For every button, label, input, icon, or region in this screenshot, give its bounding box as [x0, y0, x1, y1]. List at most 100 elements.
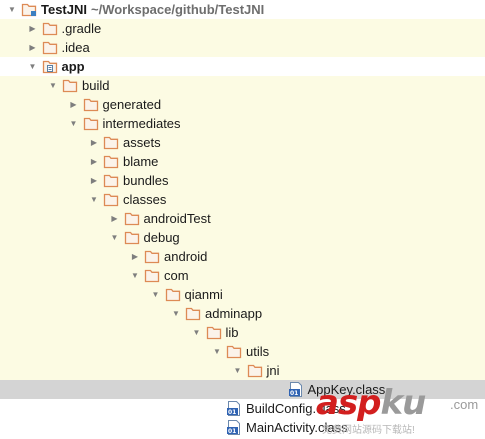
folder-icon — [103, 173, 119, 188]
watermark-wordmark: aspku — [316, 383, 427, 423]
collapse-arrow-icon[interactable]: ▶ — [109, 209, 121, 228]
tree-item-label: androidTest — [144, 209, 211, 228]
collapse-arrow-icon[interactable]: ▶ — [88, 171, 100, 190]
tree-row-utils[interactable]: ▼ utils — [0, 342, 485, 361]
tree-item-label: build — [82, 76, 109, 95]
folder-icon — [42, 40, 58, 55]
tree-item-label: assets — [123, 133, 161, 152]
tree-row-adminapp[interactable]: ▼ adminapp — [0, 304, 485, 323]
expand-arrow-icon[interactable]: ▼ — [170, 304, 182, 323]
expand-arrow-icon[interactable]: ▼ — [150, 285, 162, 304]
class-file-icon: 01 — [226, 401, 242, 416]
folder-icon — [185, 306, 201, 321]
project-folder-icon — [21, 2, 37, 17]
tree-item-name: blame — [123, 154, 159, 169]
tree-row-build[interactable]: ▼ build — [0, 76, 485, 95]
expand-arrow-icon[interactable]: ▼ — [129, 266, 141, 285]
tree-item-label: blame — [123, 152, 158, 171]
tree-row-com[interactable]: ▼ com — [0, 266, 485, 285]
expand-arrow-icon[interactable]: ▼ — [191, 323, 203, 342]
tree-item-name: android — [164, 249, 208, 264]
expand-arrow-icon[interactable]: ▼ — [47, 76, 59, 95]
tree-item-label: android — [164, 247, 207, 266]
tree-item-label: classes — [123, 190, 166, 209]
folder-icon — [144, 249, 160, 264]
tree-item-name: assets — [123, 135, 161, 150]
tree-row-classes[interactable]: ▼ classes — [0, 190, 485, 209]
tree-item-name: TestJNI — [41, 2, 87, 17]
folder-icon — [165, 287, 181, 302]
tree-item-name: utils — [246, 344, 270, 359]
folder-icon — [103, 135, 119, 150]
collapse-arrow-icon[interactable]: ▶ — [129, 247, 141, 266]
tree-item-label: adminapp — [205, 304, 262, 323]
class-file-icon: 01 — [226, 420, 242, 435]
tree-row-debug[interactable]: ▼ debug — [0, 228, 485, 247]
tree-item-name: app — [61, 59, 85, 74]
tree-item-label: intermediates — [103, 114, 181, 133]
tree-item-name: lib — [225, 325, 239, 340]
tree-item-name: jni — [266, 363, 280, 378]
tree-row-generated[interactable]: ▶ generated — [0, 95, 485, 114]
expand-arrow-icon[interactable]: ▼ — [109, 228, 121, 247]
expand-arrow-icon[interactable]: ▼ — [88, 190, 100, 209]
tree-item-name: .gradle — [61, 21, 102, 36]
tree-row-app[interactable]: ▼ app — [0, 57, 485, 76]
tree-row-lib[interactable]: ▼ lib — [0, 323, 485, 342]
collapse-arrow-icon[interactable]: ▶ — [68, 95, 80, 114]
collapse-arrow-icon[interactable]: ▶ — [27, 19, 39, 38]
tree-row-testjni[interactable]: ▼ TestJNI ~/Workspace/github/TestJNI — [0, 0, 485, 19]
tree-item-name: build — [82, 78, 110, 93]
tree-item-name: adminapp — [205, 306, 263, 321]
class-file-icon: 01 — [288, 382, 304, 397]
tree-item-name: androidTest — [143, 211, 211, 226]
tree-item-name: com — [164, 268, 189, 283]
tree-item-label: jni — [267, 361, 280, 380]
watermark-part1: asp — [316, 383, 382, 423]
expand-arrow-icon[interactable]: ▼ — [68, 114, 80, 133]
collapse-arrow-icon[interactable]: ▶ — [88, 133, 100, 152]
tree-row-jni[interactable]: ▼ jni — [0, 361, 485, 380]
folder-icon — [144, 268, 160, 283]
watermark-part2: ku — [380, 383, 427, 423]
tree-item-label: com — [164, 266, 189, 285]
tree-row-gradle[interactable]: ▶ .gradle — [0, 19, 485, 38]
expand-arrow-icon[interactable]: ▼ — [27, 57, 39, 76]
tree-row-bundles[interactable]: ▶ bundles — [0, 171, 485, 190]
tree-item-label: app — [62, 57, 85, 76]
tree-row-intermediates[interactable]: ▼ intermediates — [0, 114, 485, 133]
tree-row-blame[interactable]: ▶ blame — [0, 152, 485, 171]
tree-item-name: .idea — [61, 40, 90, 55]
tree-item-name: debug — [143, 230, 180, 245]
tree-item-label: bundles — [123, 171, 169, 190]
tree-row-android[interactable]: ▶ android — [0, 247, 485, 266]
tree-row-idea[interactable]: ▶ .idea — [0, 38, 485, 57]
tree-item-label: TestJNI ~/Workspace/github/TestJNI — [41, 0, 264, 19]
tree-item-name: intermediates — [102, 116, 181, 131]
tree-item-label: .gradle — [62, 19, 102, 38]
tree-item-label: generated — [103, 95, 162, 114]
folder-icon — [62, 78, 78, 93]
tree-item-label: lib — [226, 323, 239, 342]
tree-row-androidtest[interactable]: ▶ androidTest — [0, 209, 485, 228]
folder-icon — [83, 116, 99, 131]
folder-icon — [226, 344, 242, 359]
folder-icon — [206, 325, 222, 340]
module-folder-icon — [42, 59, 58, 74]
expand-arrow-icon[interactable]: ▼ — [232, 361, 244, 380]
tree-row-qianmi[interactable]: ▼ qianmi — [0, 285, 485, 304]
watermark-subtitle: 免费网站源码下载站! — [322, 425, 415, 436]
tree-item-label: debug — [144, 228, 180, 247]
collapse-arrow-icon[interactable]: ▶ — [88, 152, 100, 171]
svg-text:01: 01 — [228, 428, 236, 435]
tree-item-label: qianmi — [185, 285, 223, 304]
tree-item-label: utils — [246, 342, 269, 361]
svg-text:01: 01 — [290, 390, 298, 397]
watermark-logo: aspku .com 免费网站源码下载站! — [316, 383, 485, 439]
expand-arrow-icon[interactable]: ▼ — [6, 0, 18, 19]
folder-icon — [247, 363, 263, 378]
folder-icon — [42, 21, 58, 36]
tree-row-assets[interactable]: ▶ assets — [0, 133, 485, 152]
collapse-arrow-icon[interactable]: ▶ — [27, 38, 39, 57]
expand-arrow-icon[interactable]: ▼ — [211, 342, 223, 361]
